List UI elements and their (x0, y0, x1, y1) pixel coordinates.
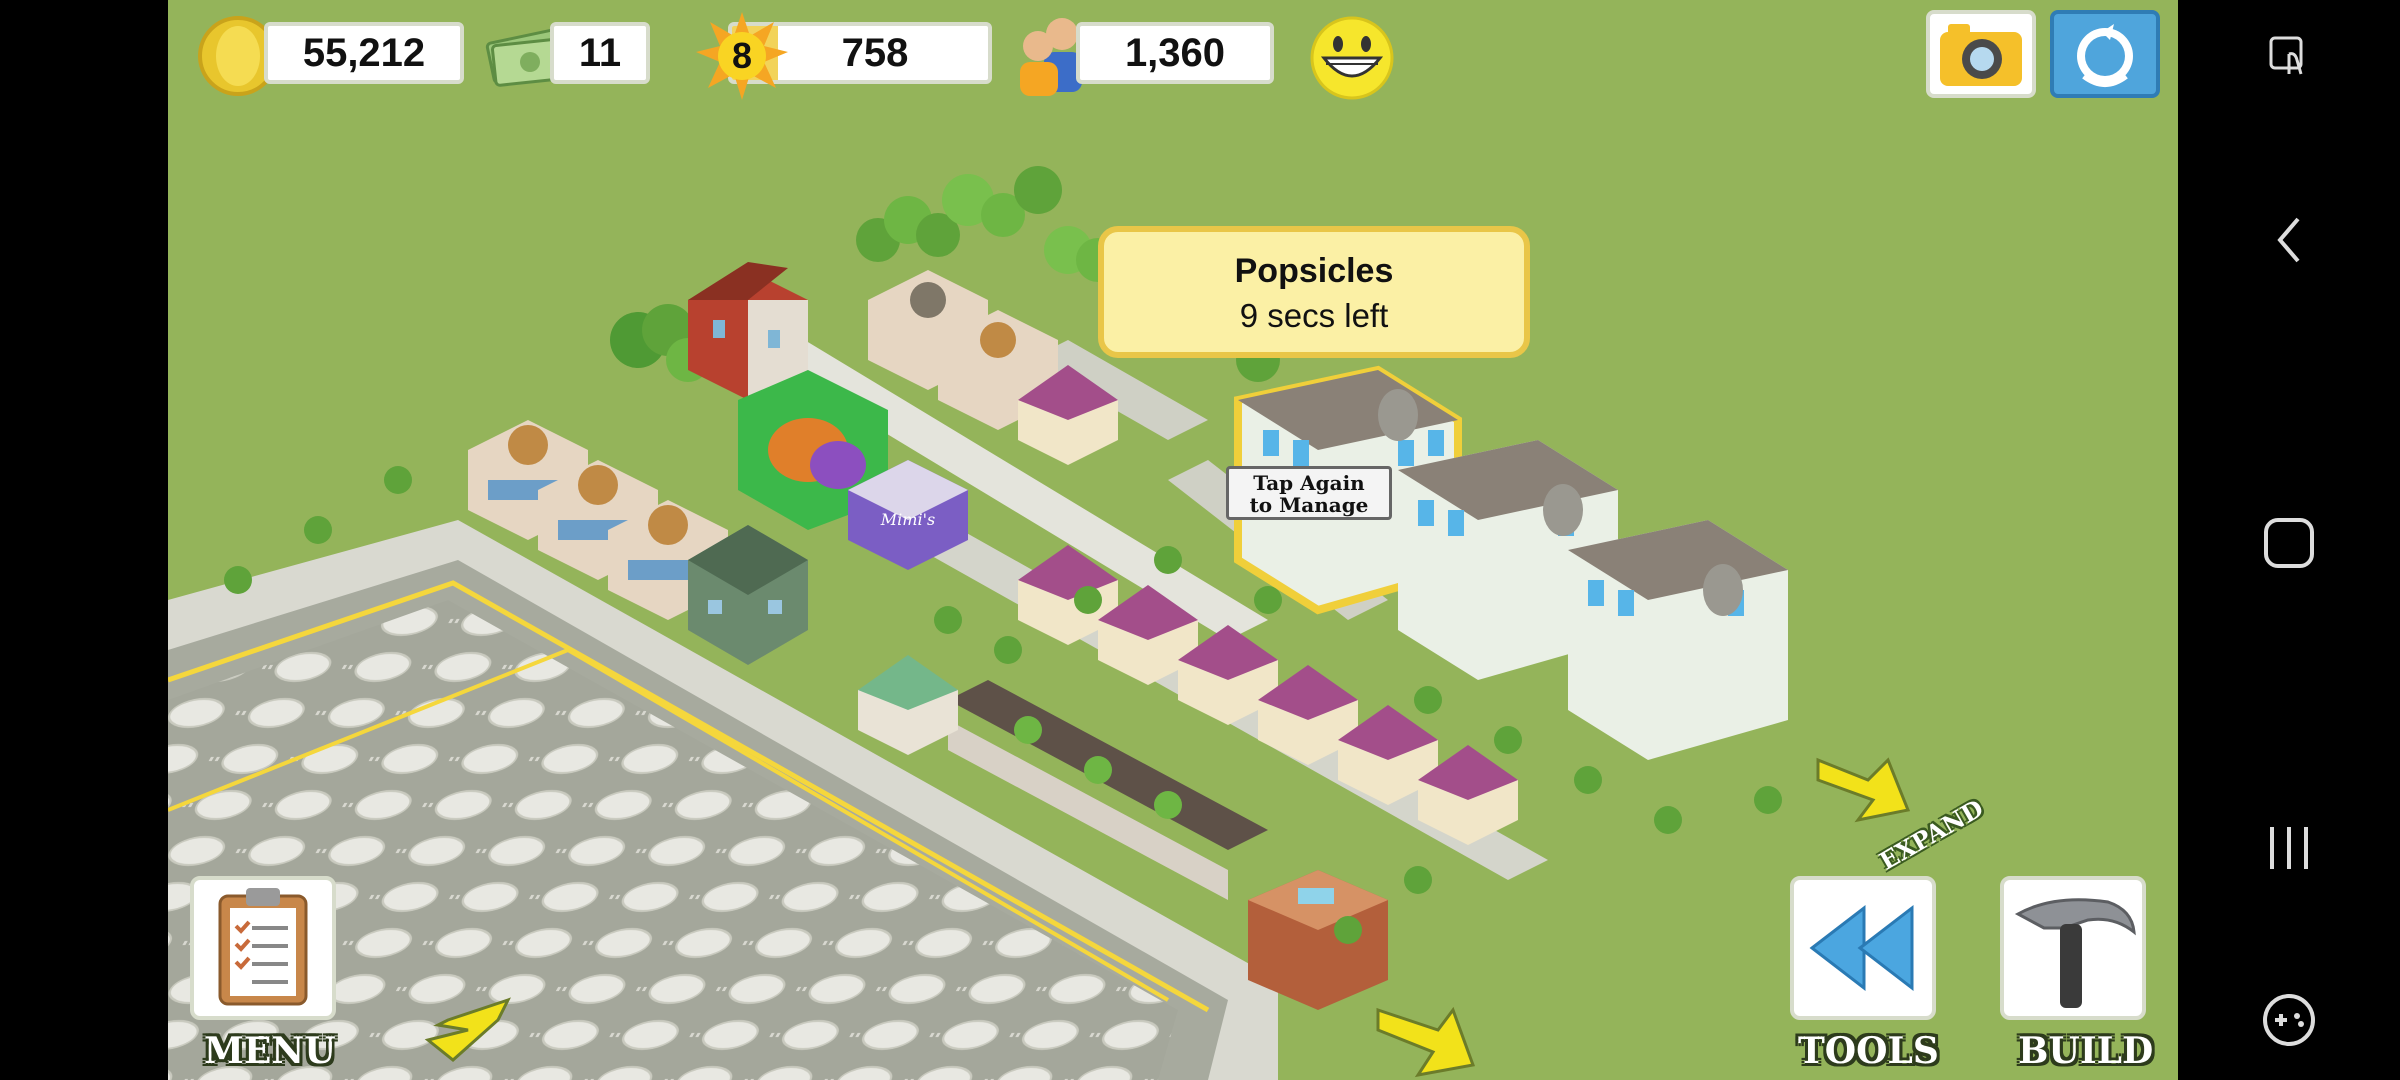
manage-line-2: to Manage (1249, 493, 1369, 517)
social-share-button[interactable] (2050, 10, 2160, 98)
back-button[interactable] (2178, 210, 2400, 270)
green-cottage[interactable] (858, 655, 958, 755)
hammer-icon (2014, 898, 2136, 1008)
rewind-icon (1809, 904, 1914, 992)
back-chevron-icon (2277, 217, 2300, 263)
menu-button[interactable] (190, 876, 336, 1020)
game-tools-button[interactable] (2178, 990, 2400, 1050)
smiley-face-icon[interactable] (1308, 14, 1396, 107)
shop-sign: Mimi's (880, 510, 935, 529)
recent-apps-button[interactable] (2178, 818, 2400, 878)
clipboard-icon (218, 888, 308, 1006)
home-button[interactable] (2178, 510, 2400, 576)
brick-town-hall[interactable] (1248, 870, 1388, 1010)
tooltip-title: Popsicles (1234, 252, 1394, 290)
screen-assist-button[interactable] (2178, 28, 2400, 88)
touch-assist-icon (2269, 36, 2303, 75)
tools-label[interactable]: TOOLS (1798, 1030, 1939, 1072)
camera-button[interactable] (1926, 10, 2036, 98)
production-tooltip: Popsicles 9 secs left (1098, 226, 1530, 358)
tools-button[interactable] (1790, 876, 1936, 1020)
android-nav-bar (2178, 0, 2400, 1080)
manage-line-1: Tap Again (1253, 471, 1365, 495)
cash-counter: 11 (550, 22, 650, 84)
build-button[interactable] (2000, 876, 2146, 1020)
menu-label[interactable]: MENU (204, 1030, 336, 1072)
gamepad-icon (2263, 994, 2315, 1046)
tap-to-manage-label[interactable]: Tap Again to Manage (1226, 466, 1392, 520)
level-number: 8 (731, 35, 753, 76)
expand-arrow-east[interactable] (1816, 757, 1911, 823)
build-label[interactable]: BUILD (2018, 1030, 2153, 1072)
level-star-icon: 8 (694, 8, 790, 109)
social-share-icon (2077, 24, 2133, 87)
coins-counter: 55,212 (264, 22, 464, 84)
expand-arrow-south[interactable] (1376, 1006, 1476, 1078)
factory-building-3[interactable] (1568, 520, 1788, 760)
game-viewport[interactable]: Mimi's 55,212 11 758 8 1,360 Popsicles 9… (168, 0, 2178, 1080)
population-counter: 1,360 (1076, 22, 1274, 84)
tooltip-timer: 9 secs left (1239, 297, 1389, 334)
home-square-icon (2264, 518, 2314, 568)
camera-icon (1940, 24, 2022, 86)
recent-apps-icon (2270, 827, 2308, 869)
